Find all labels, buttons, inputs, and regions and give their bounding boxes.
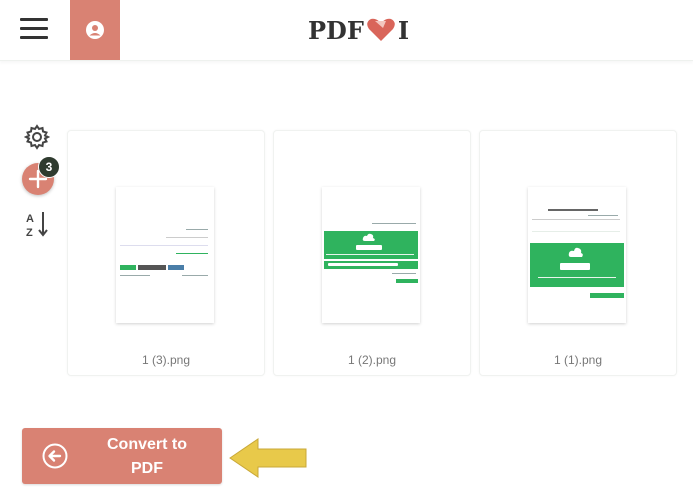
convert-button-label: Convert to PDF [82,433,212,481]
convert-to-pdf-button[interactable]: Convert to PDF [22,428,222,484]
sort-letter-a: A [26,213,34,225]
file-card[interactable]: 1 (2).png [273,130,471,376]
ilovepdf-logo[interactable]: PDF I [308,14,414,46]
file-count-badge: 3 [38,156,60,178]
user-account-button[interactable] [70,0,120,60]
file-card[interactable]: 1 (3).png [67,130,265,376]
file-name: 1 (3).png [141,353,191,367]
convert-label-line2: PDF [131,460,163,477]
file-thumbnail [322,187,420,323]
gear-icon [23,124,51,150]
user-circle-icon [86,21,104,39]
sort-files-button[interactable]: A Z [24,210,50,239]
sort-az-icon: A Z [26,212,48,239]
heart-icon [366,17,396,43]
file-card[interactable]: 1 (1).png [479,130,677,376]
settings-button[interactable] [23,124,51,150]
file-thumbnail [528,187,626,323]
yellow-arrow-icon [229,438,307,478]
file-name: 1 (1).png [553,353,603,367]
logo-text-i: I [397,15,410,45]
file-name: 1 (2).png [347,353,397,367]
sort-letter-z: Z [26,227,33,238]
convert-label-line1: Convert to [107,436,187,453]
top-header: PDF I [0,0,693,61]
file-thumbnail [116,187,214,323]
logo-text-pdf: PDF [308,15,364,45]
hamburger-menu-icon[interactable] [20,18,48,42]
arrow-left-circle-icon [42,443,68,469]
